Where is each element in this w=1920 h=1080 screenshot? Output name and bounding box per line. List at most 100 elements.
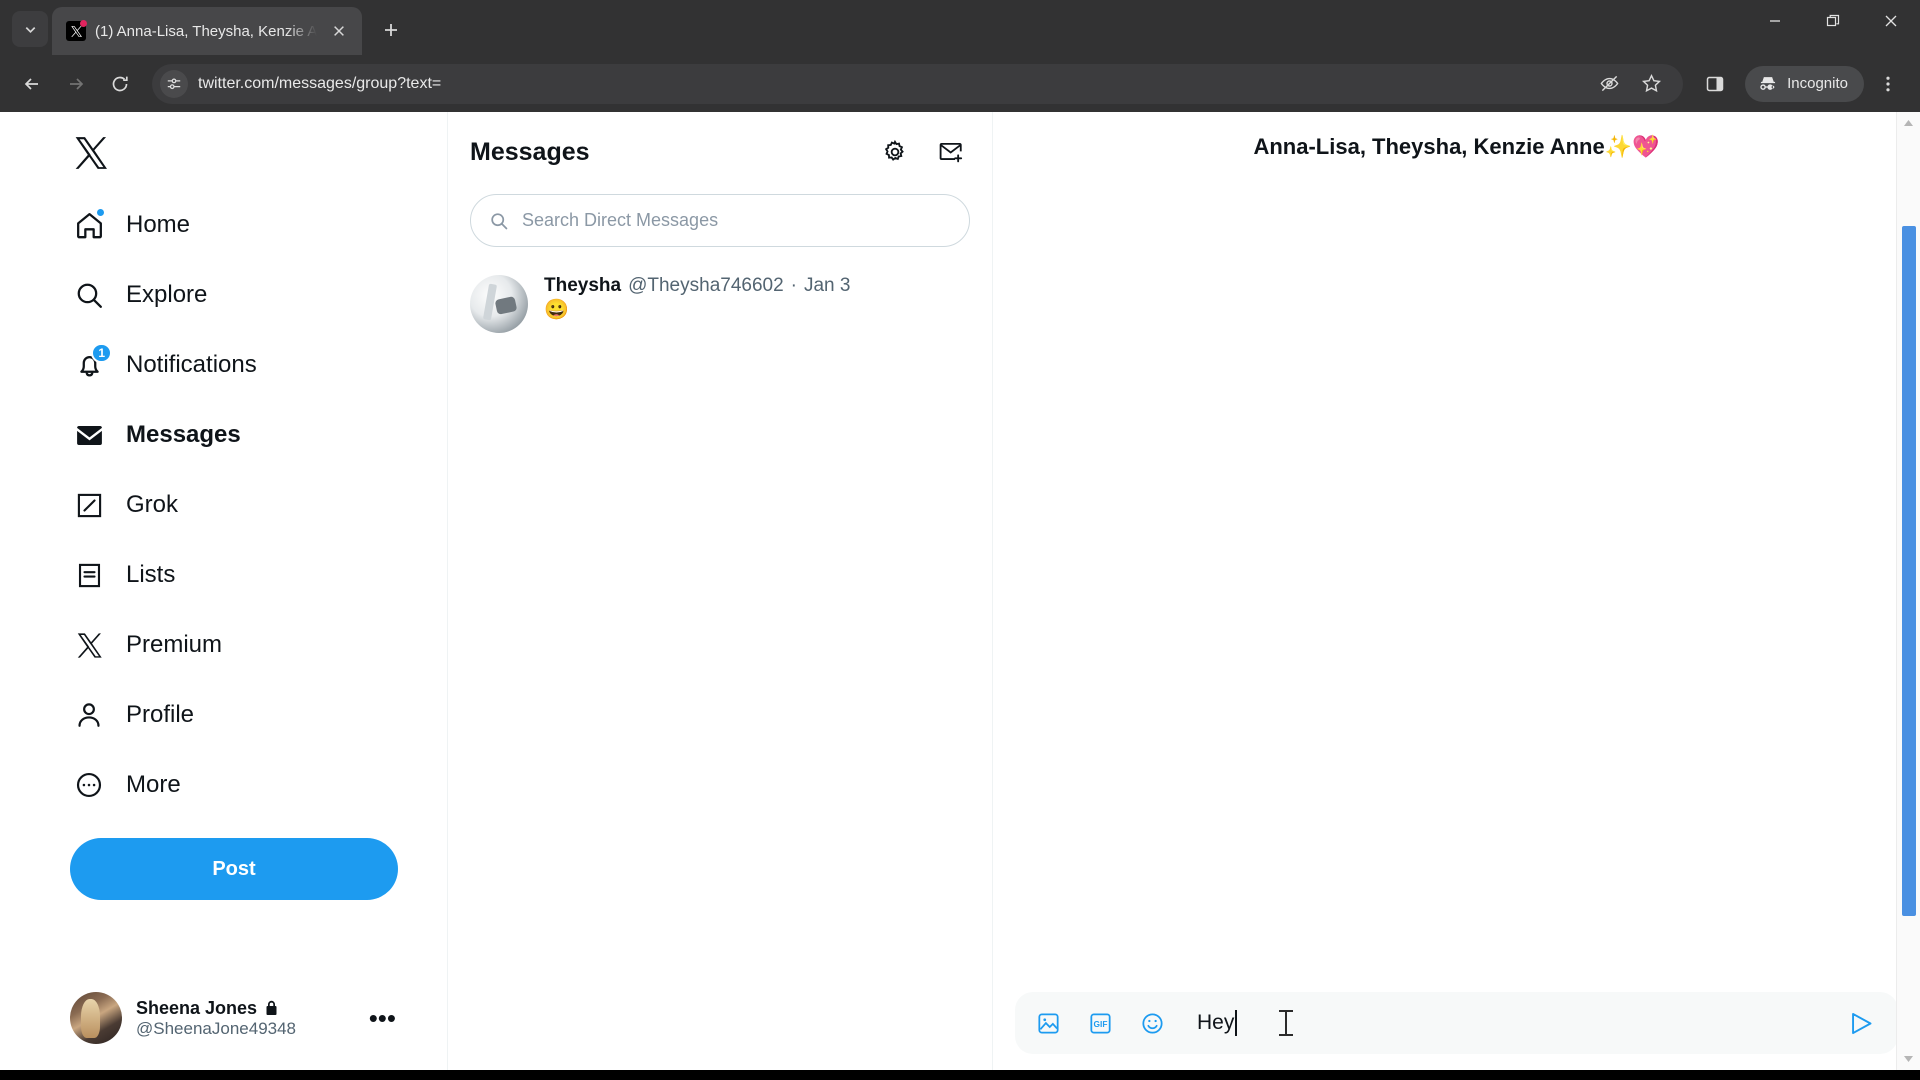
sidebar-item-premium[interactable]: Premium — [60, 610, 244, 680]
conversation-title: Anna-Lisa, Theysha, Kenzie Anne✨💖 — [1253, 134, 1660, 159]
messages-panel-header: Messages — [448, 116, 992, 188]
address-bar[interactable]: twitter.com/messages/group?text= — [152, 63, 1684, 104]
chevron-down-icon — [25, 26, 35, 33]
conversation-name: Theysha — [544, 275, 622, 296]
x-premium-icon — [72, 628, 106, 662]
account-switcher[interactable]: Sheena Jones @SheenaJone49348 ••• — [60, 980, 412, 1056]
new-message-button[interactable] — [930, 131, 972, 173]
svg-text:GIF: GIF — [1093, 1019, 1107, 1029]
message-input[interactable]: Hey — [1185, 1010, 1826, 1036]
bookmark-button[interactable] — [1631, 64, 1671, 104]
page-title: Messages — [470, 137, 590, 166]
new-message-icon — [939, 142, 963, 163]
send-icon — [1851, 1012, 1871, 1034]
sidebar-item-explore[interactable]: Explore — [60, 260, 229, 330]
sidebar-item-label: More — [126, 771, 181, 798]
message-input-value: Hey — [1197, 1011, 1235, 1034]
site-settings-button[interactable] — [160, 69, 188, 98]
home-badge-dot — [95, 207, 106, 218]
sidebar-item-more[interactable]: More — [60, 750, 203, 820]
window-bottom-edge — [0, 1070, 1920, 1080]
more-circle-icon — [72, 768, 106, 802]
tab-strip: (1) Anna-Lisa, Theysha, Kenzie A — [0, 0, 1920, 55]
eye-off-icon — [1600, 75, 1619, 92]
mouse-ibeam-cursor — [1279, 1010, 1294, 1036]
search-input[interactable] — [522, 210, 951, 231]
sidebar-item-messages[interactable]: Messages — [60, 400, 263, 470]
browser-tab[interactable]: (1) Anna-Lisa, Theysha, Kenzie A — [52, 7, 363, 55]
scroll-up-button[interactable] — [1903, 112, 1914, 134]
reload-icon — [112, 76, 128, 91]
omnibox-actions — [1589, 64, 1671, 104]
sidebar-item-home[interactable]: Home — [60, 190, 212, 260]
bell-icon: 1 — [72, 343, 112, 382]
conversation-list-item[interactable]: Theysha @Theysha746602 · Jan 3 😀 — [448, 259, 992, 351]
scroll-down-button[interactable] — [1903, 1048, 1914, 1070]
search-icon — [491, 212, 508, 229]
sidebar-item-label: Notifications — [126, 351, 257, 378]
browser-menu-button[interactable] — [1868, 64, 1908, 104]
emoji-icon[interactable] — [1133, 1004, 1171, 1042]
minimize-button[interactable] — [1746, 0, 1804, 42]
grok-icon — [72, 488, 106, 522]
send-message-button[interactable] — [1840, 1002, 1882, 1044]
post-button[interactable]: Post — [70, 838, 398, 900]
envelope-icon — [72, 418, 106, 452]
search-direct-messages-box[interactable] — [470, 194, 970, 247]
scrollbar-thumb[interactable] — [1902, 226, 1916, 916]
tracking-protection-button[interactable] — [1589, 64, 1629, 104]
sidebar-item-profile[interactable]: Profile — [60, 680, 216, 750]
conversation-date: Jan 3 — [803, 275, 851, 296]
close-icon — [1885, 15, 1897, 27]
incognito-indicator[interactable]: Incognito — [1745, 65, 1864, 102]
gif-icon[interactable]: GIF — [1081, 1004, 1119, 1042]
sidebar-item-lists[interactable]: Lists — [60, 540, 197, 610]
sidebar-item-notifications[interactable]: 1 Notifications — [60, 330, 279, 400]
reload-button[interactable] — [100, 64, 140, 104]
page-scrollbar[interactable] — [1896, 112, 1920, 1070]
composer-container: GIF Hey — [993, 992, 1920, 1070]
forward-arrow-icon — [70, 77, 84, 90]
side-panel-button[interactable] — [1695, 64, 1735, 104]
maximize-button[interactable] — [1804, 0, 1862, 42]
messages-settings-button[interactable] — [874, 131, 916, 173]
tab-close-button[interactable] — [326, 18, 352, 44]
sidebar-item-label: Profile — [126, 701, 195, 728]
scroll-up-icon — [1904, 120, 1913, 126]
messages-list-panel: Messages Search Direct Messages Theysha … — [448, 112, 993, 1070]
favicon-notification-dot — [80, 20, 87, 27]
sidebar-item-label: Messages — [126, 421, 241, 448]
x-logo-icon — [75, 137, 107, 169]
account-info: Sheena Jones @SheenaJone49348 — [136, 998, 355, 1039]
scroll-down-icon — [1904, 1056, 1913, 1062]
x-logo-link[interactable] — [60, 122, 122, 184]
gear-icon — [884, 139, 904, 161]
site-settings-icon — [167, 77, 181, 89]
ellipsis-icon[interactable]: ••• — [369, 1005, 402, 1031]
person-icon — [72, 698, 106, 732]
browser-window: (1) Anna-Lisa, Theysha, Kenzie A twitter… — [0, 0, 1920, 1080]
sidebar-item-label: Premium — [126, 631, 223, 658]
new-tab-button[interactable] — [372, 11, 410, 49]
page-content: Home Explore 1 Notifications Messages Gr… — [0, 112, 1920, 1070]
sidebar-item-grok[interactable]: Grok — [60, 470, 200, 540]
lock-icon — [266, 1000, 277, 1015]
message-composer[interactable]: GIF Hey — [1015, 992, 1898, 1054]
incognito-label: Incognito — [1787, 75, 1848, 92]
conversation-separator: · — [790, 275, 797, 296]
scrollbar-track[interactable] — [1897, 134, 1920, 1048]
x-logo-icon — [70, 25, 82, 37]
sidebar-item-label: Lists — [126, 561, 176, 588]
home-icon — [72, 207, 106, 242]
forward-button[interactable] — [56, 64, 96, 104]
image-icon[interactable] — [1029, 1004, 1067, 1042]
conversation-panel: Anna-Lisa, Theysha, Kenzie Anne✨💖 GIF He… — [993, 112, 1920, 1070]
plus-icon — [385, 24, 398, 36]
tab-search-button[interactable] — [12, 11, 48, 47]
sidebar-item-label: Grok — [126, 491, 179, 518]
primary-sidebar: Home Explore 1 Notifications Messages Gr… — [0, 112, 448, 1070]
text-caret — [1235, 1010, 1238, 1036]
close-window-button[interactable] — [1862, 0, 1920, 42]
back-button[interactable] — [12, 64, 52, 104]
conversation-header[interactable]: Anna-Lisa, Theysha, Kenzie Anne✨💖 — [993, 112, 1920, 182]
